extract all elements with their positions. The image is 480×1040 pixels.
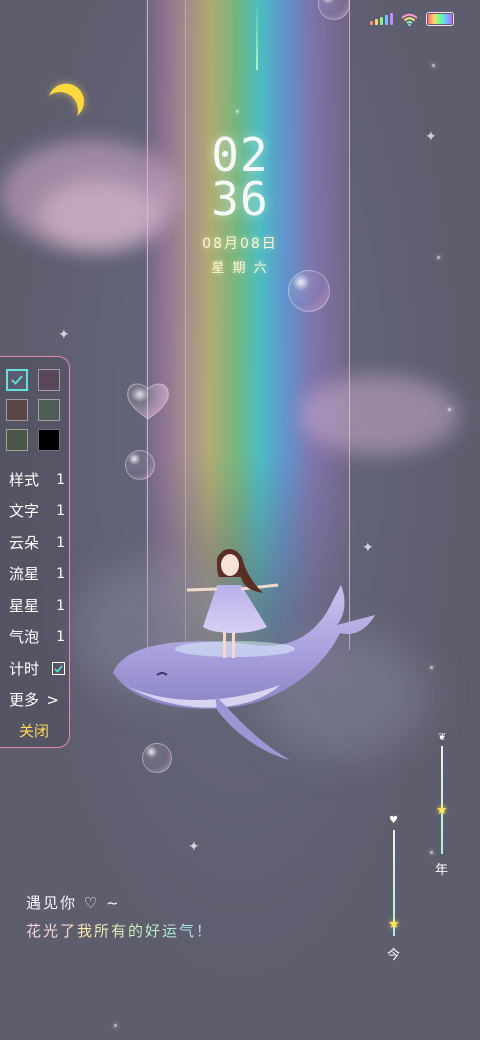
more-label: 更多 [9,691,40,709]
star-dot [430,666,433,669]
color-swatch-1[interactable] [6,369,28,391]
star-dot [432,64,435,67]
star-dot [437,256,440,259]
bubble [125,450,155,480]
option-label: 气泡 [9,628,40,646]
option-style[interactable]: 样式 1 [9,469,65,490]
option-bubble[interactable]: 气泡 1 [9,626,65,647]
color-swatch-6[interactable] [38,429,60,451]
whale-girl-illustration [113,549,375,760]
option-label: 样式 [9,471,40,489]
cloud-right [300,375,460,455]
option-label: 星星 [9,597,40,615]
option-label: 流星 [9,565,40,583]
status-bar [370,12,454,26]
option-value: 1 [56,565,65,582]
option-value: 1 [56,471,65,488]
bubble [288,270,330,312]
chevron-right-icon: > [46,690,59,709]
option-value: 1 [56,628,65,645]
option-text[interactable]: 文字 1 [9,500,65,521]
more-button[interactable]: 更多 > [9,689,59,710]
today-label: 今 [387,948,401,963]
star-dot [114,1024,117,1027]
quote-line-1: 遇见你 ♡ ~ [26,894,121,912]
option-meteor[interactable]: 流星 1 [9,563,65,584]
weekday-label: 星 期 六 [211,261,269,276]
year-label: 年 [435,863,449,878]
sparkle-icon: ✦ [58,327,70,343]
option-star[interactable]: 星星 1 [9,595,65,616]
option-label: 计时 [9,660,40,678]
close-button[interactable]: 关闭 [0,720,68,741]
cloud-left-puff [40,180,160,250]
star-dot [236,110,239,113]
star-dot [448,408,451,411]
clock-minute: 36 [211,172,269,226]
check-icon [54,664,63,673]
sparkle-icon: ✦ [425,129,437,145]
star-dot [430,851,433,854]
timer-checkbox[interactable] [52,662,65,675]
battery-icon [426,12,454,26]
heart-icon: ♥ [389,815,398,826]
color-swatch-4[interactable] [38,399,60,421]
date-label: 08月08日 [202,236,278,252]
star-icon: ★ [436,802,448,818]
color-swatch-3[interactable] [6,399,28,421]
heart-bubble [127,383,169,420]
shooting-star [256,0,258,70]
option-label: 云朵 [9,534,40,552]
color-swatch-5[interactable] [6,429,28,451]
option-cloud[interactable]: 云朵 1 [9,532,65,553]
sparkle-icon: ✦ [188,839,200,855]
check-icon [11,375,23,385]
star-icon: ★ [388,917,400,933]
sprout-icon: ❦ [438,732,447,743]
signal-icon [370,13,393,25]
quote-line-2: 花光了我所有的好运气！ [26,922,214,940]
option-timer[interactable]: 计时 [9,658,65,679]
color-swatch-2[interactable] [38,369,60,391]
option-label: 文字 [9,502,40,520]
color-swatches [6,369,62,451]
option-value: 1 [56,534,65,551]
option-value: 1 [56,502,65,519]
year-progress-track [441,746,443,854]
wifi-icon [401,13,418,26]
option-value: 1 [56,597,65,614]
